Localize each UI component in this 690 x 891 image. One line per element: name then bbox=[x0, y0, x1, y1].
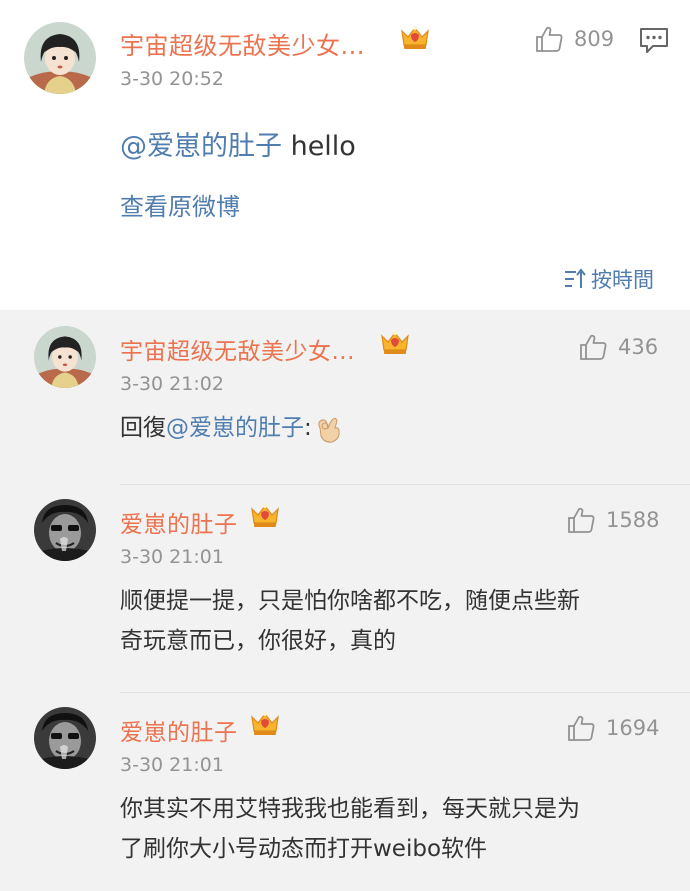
reply-item: 宇宙超级无敌美少女... 3-30 21:02 436 回復@爱崽的肚子: bbox=[0, 310, 690, 485]
ok-hand-emoji-icon bbox=[318, 417, 340, 443]
vip-crown-icon[interactable] bbox=[400, 25, 430, 51]
reply-text-line: 你其实不用艾特我我也能看到，每天就只是为 bbox=[120, 796, 580, 822]
thumbs-up-icon bbox=[580, 334, 607, 360]
reply-time: 3-30 21:02 bbox=[120, 373, 224, 395]
mention-link[interactable]: @爱崽的肚子 bbox=[166, 415, 304, 441]
like-button[interactable]: 1588 bbox=[566, 505, 659, 535]
comment-body: hello bbox=[282, 131, 356, 162]
like-button[interactable]: 436 bbox=[578, 332, 658, 362]
sort-label: 按時間 bbox=[591, 268, 654, 292]
like-button[interactable]: 809 bbox=[534, 24, 614, 54]
comment-time: 3-30 20:52 bbox=[120, 68, 224, 90]
avatar[interactable] bbox=[34, 326, 96, 388]
avatar[interactable] bbox=[34, 707, 96, 769]
reply-item: 爱崽的肚子 3-30 21:01 1694 你其实不用艾特我我也能看到，每天就只… bbox=[0, 693, 690, 891]
like-count: 1694 bbox=[606, 716, 660, 740]
reply-prefix: 回復 bbox=[120, 415, 166, 441]
thumbs-up-icon bbox=[536, 26, 563, 52]
weibo-comments-screen: 宇宙超级无敌美少女... 3-30 20:52 809 @爱崽的肚子 hello… bbox=[0, 0, 690, 891]
reply-suffix: : bbox=[304, 415, 312, 441]
view-original-link[interactable]: 查看原微博 bbox=[120, 187, 240, 222]
username[interactable]: 爱崽的肚子 bbox=[120, 713, 238, 747]
vip-crown-icon[interactable] bbox=[250, 503, 280, 529]
like-count: 1588 bbox=[606, 508, 660, 532]
vip-crown-icon[interactable] bbox=[380, 330, 410, 356]
reply-text: 你其实不用艾特我我也能看到，每天就只是为 了刷你大小号动态而打开weibo软件 bbox=[120, 789, 665, 869]
reply-time: 3-30 21:01 bbox=[120, 754, 224, 776]
username[interactable]: 爱崽的肚子 bbox=[120, 505, 238, 539]
comment-text: @爱崽的肚子 hello bbox=[120, 124, 356, 163]
reply-time: 3-30 21:01 bbox=[120, 546, 224, 568]
like-button[interactable]: 1694 bbox=[566, 713, 659, 743]
main-comment: 宇宙超级无敌美少女... 3-30 20:52 809 @爱崽的肚子 hello… bbox=[0, 0, 690, 310]
like-count: 436 bbox=[618, 335, 659, 359]
username[interactable]: 宇宙超级无敌美少女... bbox=[120, 26, 365, 61]
sort-by-time-button[interactable]: 按時間 bbox=[563, 264, 654, 294]
reply-text: 顺便提一提，只是怕你啥都不吃，随便点些新 奇玩意而已，你很好，真的 bbox=[120, 581, 665, 661]
thumbs-up-icon bbox=[568, 507, 595, 533]
reply-item: 爱崽的肚子 3-30 21:01 1588 顺便提一提，只是怕你啥都不吃，随便点… bbox=[0, 485, 690, 693]
reply-text-line: 了刷你大小号动态而打开weibo软件 bbox=[120, 836, 488, 862]
mention-link[interactable]: @爱崽的肚子 bbox=[120, 131, 282, 162]
thumbs-up-icon bbox=[568, 715, 595, 741]
avatar[interactable] bbox=[24, 22, 96, 94]
like-count: 809 bbox=[574, 27, 615, 51]
comment-reply-icon[interactable] bbox=[639, 26, 669, 54]
sort-icon bbox=[565, 268, 586, 288]
vip-crown-icon[interactable] bbox=[250, 711, 280, 737]
reply-text-line: 奇玩意而已，你很好，真的 bbox=[120, 628, 396, 654]
avatar[interactable] bbox=[34, 499, 96, 561]
reply-text: 回復@爱崽的肚子: bbox=[120, 408, 665, 448]
username[interactable]: 宇宙超级无敌美少女... bbox=[120, 332, 355, 366]
reply-text-line: 顺便提一提，只是怕你啥都不吃，随便点些新 bbox=[120, 588, 580, 614]
